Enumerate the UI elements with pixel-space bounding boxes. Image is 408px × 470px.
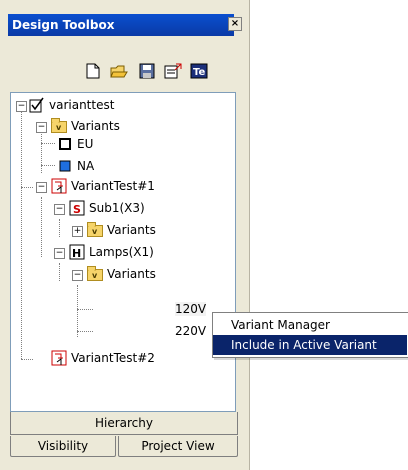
schematic-icon	[51, 350, 67, 366]
variant-active-icon	[57, 158, 73, 174]
panel-tabs: Hierarchy Visibility Project View	[0, 412, 249, 470]
tree-node-label: varianttest	[49, 98, 115, 112]
svg-text:Te: Te	[193, 67, 205, 78]
tree-connector	[21, 187, 33, 188]
tree-node-220v[interactable]: 220V	[171, 322, 206, 340]
tree-node-label: Variants	[107, 267, 156, 281]
tree-node-variant-eu[interactable]: EU	[57, 135, 93, 153]
tree-node-sub1[interactable]: S Sub1(X3)	[69, 199, 145, 217]
variant-empty-icon	[57, 136, 73, 152]
tree-node-label: 120V	[175, 302, 207, 316]
collapse-toggle[interactable]: −	[54, 248, 65, 259]
design-toolbox-panel: Design Toolbox × Te − varianttest − v Va…	[0, 0, 250, 470]
collapse-toggle[interactable]: −	[36, 122, 47, 133]
context-menu: Variant Manager Include in Active Varian…	[212, 312, 408, 358]
tree-node-lamps-variants[interactable]: v Variants	[87, 265, 156, 283]
tree-connector	[77, 285, 78, 337]
tree-node-label: Lamps(X1)	[89, 245, 154, 259]
tree-connector	[41, 197, 42, 257]
svg-text:S: S	[73, 203, 81, 216]
tree-connector	[41, 165, 55, 166]
save-icon[interactable]	[138, 62, 156, 80]
tree-connector	[77, 331, 93, 332]
expand-toggle[interactable]: +	[72, 226, 83, 237]
tree-node-label: NA	[77, 159, 95, 173]
tree-node-root[interactable]: varianttest	[29, 96, 114, 114]
tree-node-sub1-variants[interactable]: v Variants	[87, 221, 156, 239]
svg-text:H: H	[72, 247, 81, 260]
tree-node-label: VariantTest#2	[71, 351, 155, 365]
tree-connector	[59, 219, 60, 237]
tree-node-120v[interactable]: 120V	[171, 300, 207, 318]
collapse-toggle[interactable]: −	[36, 182, 47, 193]
tree-node-lamps[interactable]: H Lamps(X1)	[69, 243, 154, 261]
tree-node-label: VariantTest#1	[71, 179, 155, 193]
tree-connector	[77, 309, 93, 310]
variant-folder-icon: v	[87, 222, 103, 237]
tree-node-varianttest2[interactable]: VariantTest#2	[51, 349, 155, 367]
hierarchy-tree[interactable]: − varianttest − v Variants EU NA − Varia…	[10, 92, 236, 412]
tree-connector	[21, 105, 22, 359]
tree-connector	[41, 143, 55, 144]
tree-node-varianttest1[interactable]: VariantTest#1	[51, 177, 155, 195]
schematic-icon	[51, 178, 67, 194]
tab-hierarchy[interactable]: Hierarchy	[10, 412, 238, 435]
tab-project-view[interactable]: Project View	[118, 436, 238, 457]
hierarchical-block-icon: H	[69, 244, 85, 260]
variant-folder-icon: v	[87, 266, 103, 281]
tree-node-label: Variants	[71, 119, 120, 133]
tree-connector	[59, 263, 60, 281]
new-icon[interactable]	[84, 62, 102, 80]
checklist-icon	[29, 97, 45, 113]
variant-folder-icon: v	[51, 118, 67, 133]
tree-node-variant-na[interactable]: NA	[57, 157, 94, 175]
menu-item-include-active-variant[interactable]: Include in Active Variant	[213, 335, 407, 355]
menu-item-variant-manager[interactable]: Variant Manager	[213, 315, 407, 335]
tree-node-variants[interactable]: v Variants	[51, 117, 120, 135]
toolbar: Te	[8, 40, 234, 88]
collapse-toggle[interactable]: −	[72, 270, 83, 281]
title-bar[interactable]: Design Toolbox ×	[8, 14, 242, 36]
export-icon[interactable]	[164, 62, 182, 80]
tree-node-label: EU	[77, 137, 94, 151]
window-title: Design Toolbox	[12, 18, 115, 32]
close-button[interactable]: ×	[228, 17, 242, 31]
text-editor-icon[interactable]: Te	[190, 62, 208, 80]
tree-node-label: Sub1(X3)	[89, 201, 145, 215]
collapse-toggle[interactable]: −	[16, 101, 27, 112]
tree-node-label: 220V	[175, 324, 207, 338]
tree-connector	[21, 359, 33, 360]
collapse-toggle[interactable]: −	[54, 204, 65, 215]
open-folder-icon[interactable]	[110, 62, 128, 80]
tree-node-label: Variants	[107, 223, 156, 237]
tab-visibility[interactable]: Visibility	[10, 436, 116, 457]
subsheet-icon: S	[69, 200, 85, 216]
